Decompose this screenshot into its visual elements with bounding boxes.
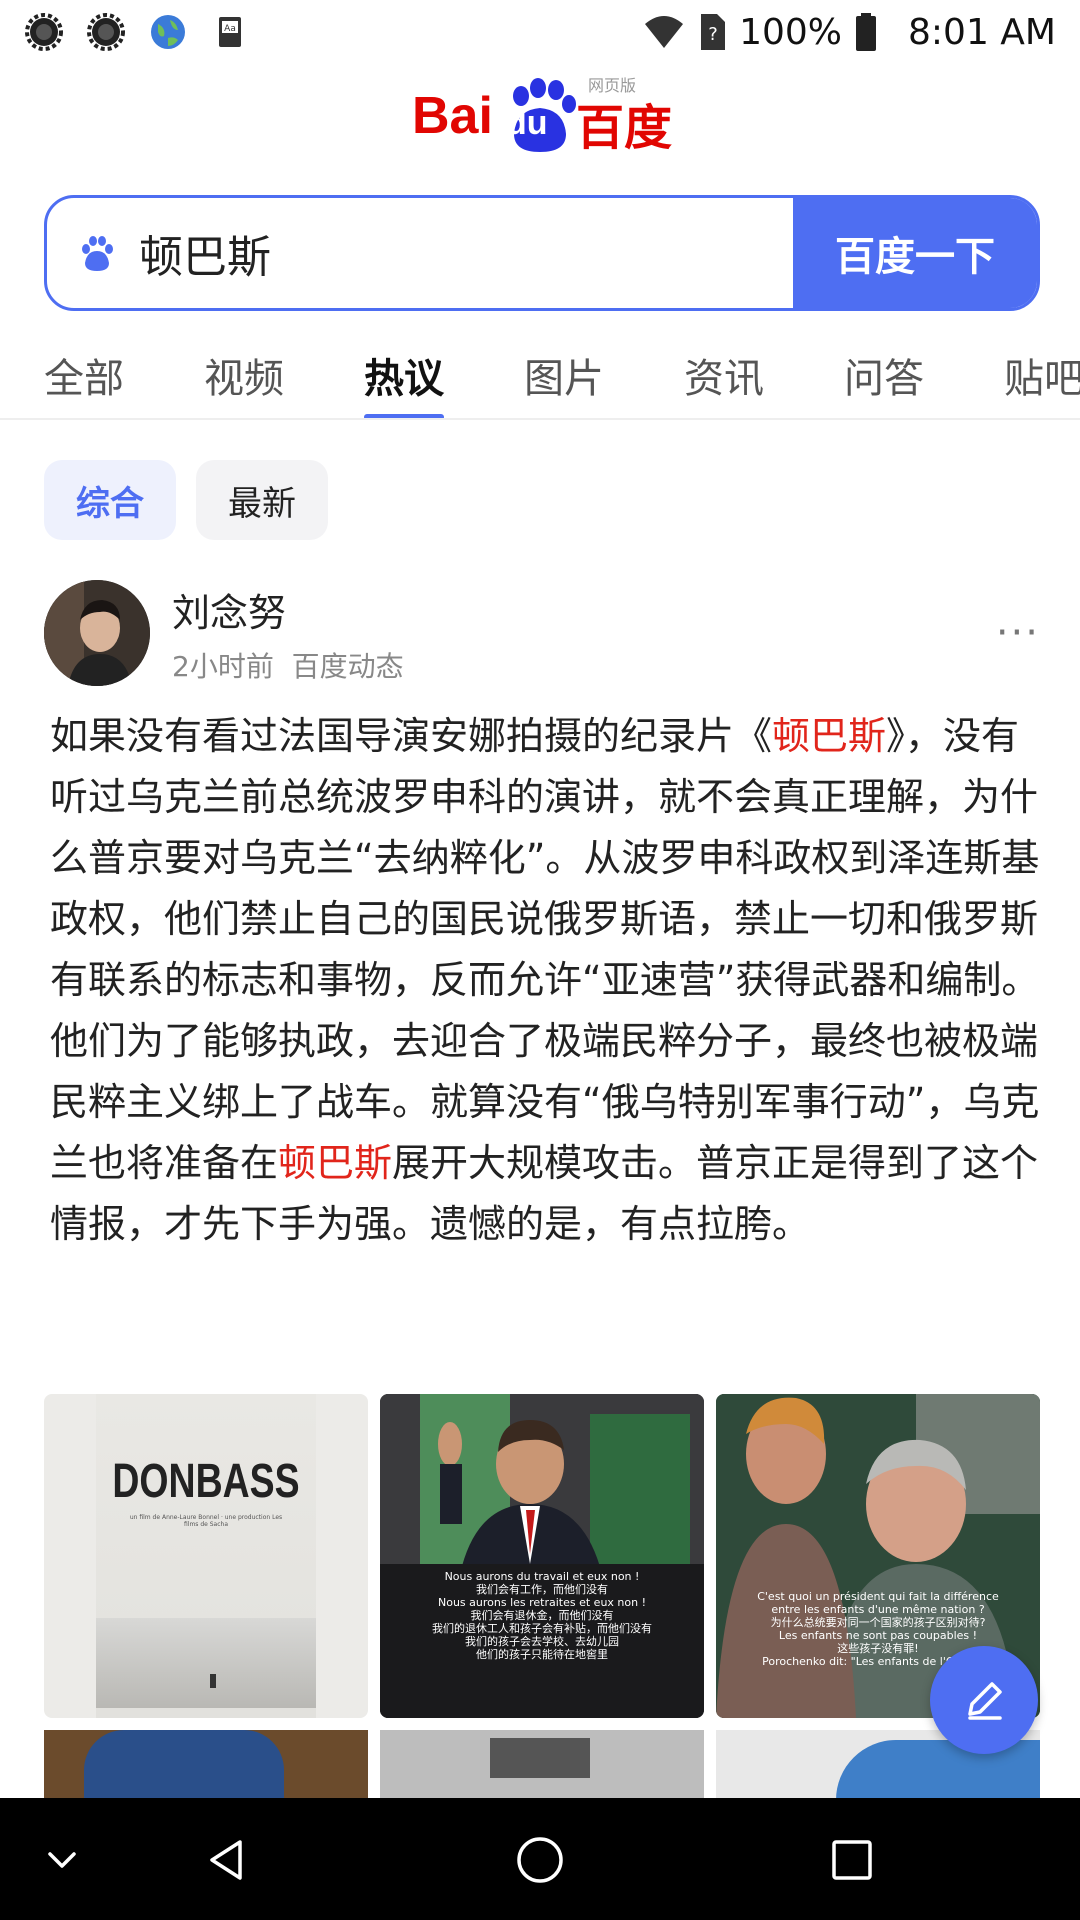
settings-gear-icon xyxy=(25,13,63,51)
caption-line: entre les enfants d'une même nation ? xyxy=(771,1603,985,1616)
home-circle-icon xyxy=(517,1837,563,1883)
keyword-highlight: 顿巴斯 xyxy=(772,714,887,758)
filter-latest[interactable]: 最新 xyxy=(196,460,328,540)
post-image-grid: DONBASS un film de Anne-Laure Bonnel · u… xyxy=(44,1394,1040,1820)
recents-button[interactable] xyxy=(820,1828,884,1892)
post-text-part: 》，没有听过乌克兰前总统波罗申科的演讲，就不会真正理解，为什么普京要对乌克兰“去… xyxy=(50,714,1040,1185)
globe-icon xyxy=(151,15,185,49)
logo-subtitle: 网页版 xyxy=(588,76,637,95)
post-text-part: 如果没有看过法国导演安娜拍摄的纪录片《 xyxy=(50,714,773,758)
result-tabs: 全部 视频 热议 图片 资讯 问答 贴吧 xyxy=(0,330,1080,420)
compose-button[interactable] xyxy=(930,1646,1038,1754)
post-text[interactable]: 如果没有看过法国导演安娜拍摄的纪录片《顿巴斯》，没有听过乌克兰前总统波罗申科的演… xyxy=(50,706,1040,1255)
caption-line: 我们会有退休金，而他们没有 xyxy=(470,1609,614,1622)
keyword-highlight: 顿巴斯 xyxy=(278,1141,393,1185)
caption-line: Les enfants ne sont pas coupables ! xyxy=(778,1629,978,1642)
tab-video[interactable]: 视频 xyxy=(204,330,284,418)
battery-percent: 100% xyxy=(739,11,843,53)
post-image-speech[interactable]: Nous aurons du travail et eux non ! 我们会有… xyxy=(380,1394,704,1718)
caption-line: 为什么总统要对同一个国家的孩子区别对待? xyxy=(770,1616,986,1629)
tab-images[interactable]: 图片 xyxy=(524,330,604,418)
back-triangle-icon xyxy=(210,1840,242,1880)
caption-line: Nous aurons les retraites et eux non ! xyxy=(437,1596,647,1609)
tab-news[interactable]: 资讯 xyxy=(684,330,764,418)
filter-comprehensive[interactable]: 综合 xyxy=(44,460,176,540)
post-image-donbass-poster[interactable]: DONBASS un film de Anne-Laure Bonnel · u… xyxy=(44,1394,368,1718)
back-button[interactable] xyxy=(194,1828,258,1892)
chevron-down-icon xyxy=(48,1852,76,1868)
svg-text:Aa: Aa xyxy=(224,24,236,34)
caption-line: Nous aurons du travail et eux non ! xyxy=(444,1570,640,1583)
more-options-icon[interactable]: ··· xyxy=(996,610,1040,656)
dictionary-icon: Aa xyxy=(219,17,241,47)
caption-line: 他们的孩子只能待在地窖里 xyxy=(476,1648,608,1661)
post-header: 刘念努 2小时前 百度动态 ··· xyxy=(44,580,1040,686)
recents-square-icon xyxy=(832,1840,872,1880)
filter-chips: 综合 最新 xyxy=(44,460,328,540)
baidu-paw-icon xyxy=(82,236,113,271)
svg-text:?: ? xyxy=(708,24,718,45)
baidu-logo[interactable]: Bai du 百度 网页版 xyxy=(0,74,1080,164)
logo-text-bai: Bai xyxy=(412,87,493,145)
search-bar: 百度一下 xyxy=(44,195,1040,311)
caption-line: C'est quoi un président qui fait la diff… xyxy=(757,1590,999,1603)
search-button[interactable]: 百度一下 xyxy=(793,198,1037,308)
poster-title: DONBASS xyxy=(112,1455,300,1508)
settings-gear-icon xyxy=(87,13,125,51)
caption-line: 我们的退休工人和孩子会有补贴，而他们没有 xyxy=(432,1622,652,1635)
poster-subtitle: un film de Anne-Laure Bonnel · une produ… xyxy=(129,1514,283,1528)
collapse-nav-button[interactable] xyxy=(30,1828,94,1892)
pencil-icon xyxy=(968,1682,1002,1720)
avatar[interactable] xyxy=(44,580,150,686)
clock-time: 8:01 AM xyxy=(908,11,1056,53)
caption-line: 我们会有工作，而他们没有 xyxy=(476,1583,608,1596)
tab-qa[interactable]: 问答 xyxy=(844,330,924,418)
system-nav-bar xyxy=(0,1798,1080,1920)
tab-all[interactable]: 全部 xyxy=(44,330,124,418)
wifi-icon xyxy=(645,16,684,48)
search-input[interactable] xyxy=(139,227,739,279)
caption-line: 我们的孩子会去学校、去幼儿园 xyxy=(465,1635,619,1648)
tab-hot-discussion[interactable]: 热议 xyxy=(364,330,444,418)
post-time: 2小时前 xyxy=(172,649,274,683)
post-meta: 2小时前 百度动态 xyxy=(172,645,404,685)
status-bar: Aa ? 100% 8:01 AM xyxy=(0,0,1080,64)
speech-caption: Nous aurons du travail et eux non ! 我们会有… xyxy=(390,1570,694,1661)
logo-text-baidu-cn: 百度 xyxy=(576,100,673,156)
tab-tieba[interactable]: 贴吧 xyxy=(1004,330,1080,418)
battery-icon xyxy=(856,13,877,51)
home-button[interactable] xyxy=(508,1828,572,1892)
author-name[interactable]: 刘念努 xyxy=(172,582,404,637)
post-source: 百度动态 xyxy=(291,649,404,683)
sim-unknown-icon: ? xyxy=(701,14,726,50)
logo-text-du: du xyxy=(506,104,548,142)
